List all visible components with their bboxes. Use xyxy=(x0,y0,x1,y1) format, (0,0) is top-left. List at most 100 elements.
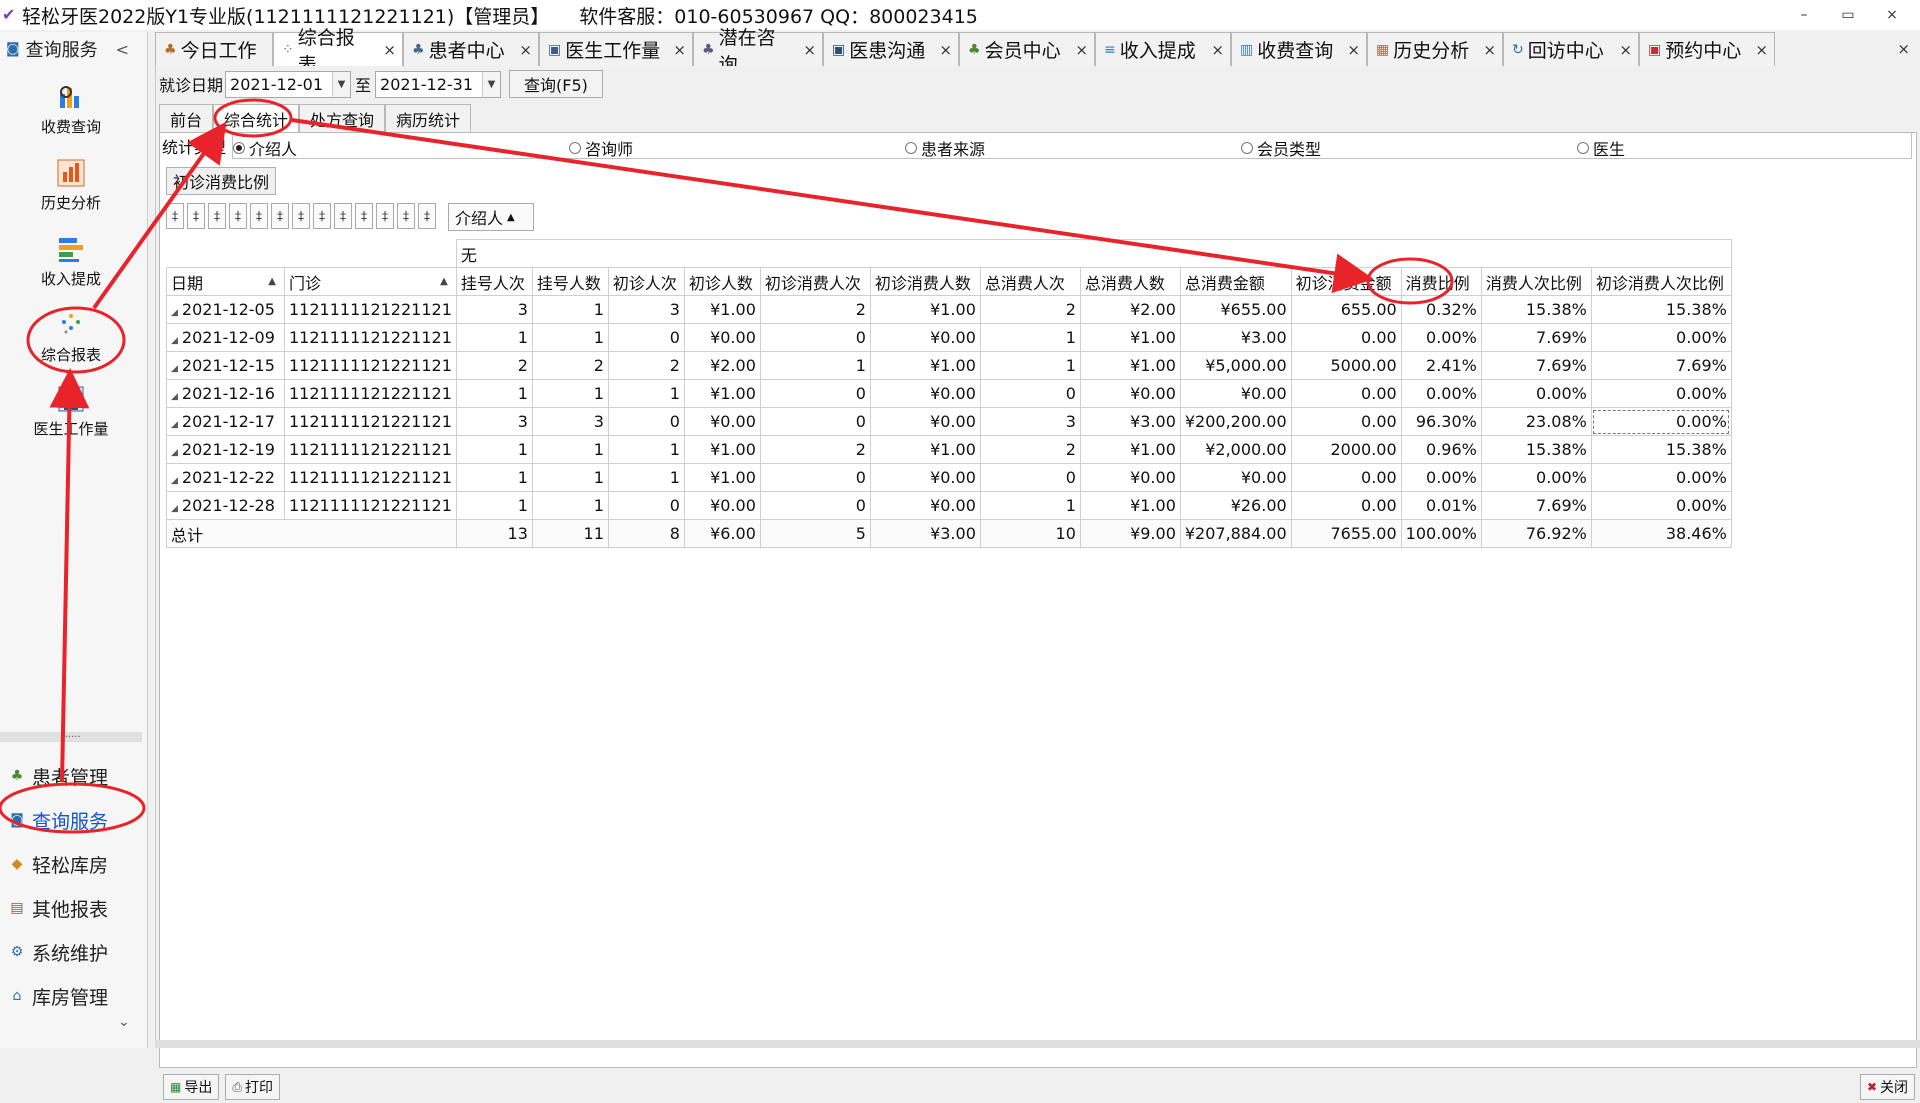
data-cell[interactable]: ¥2.00 xyxy=(1079,295,1181,324)
table-row[interactable]: ◢ 2021-12-05 1121111121221121 3 1 3 ¥1.00 2 ¥1.0… xyxy=(166,295,1732,324)
minimize-button[interactable]: – xyxy=(1782,0,1826,30)
data-cell[interactable]: 0.00 xyxy=(1290,323,1402,352)
nav-warehouse-management[interactable]: ⌂ 库房管理 xyxy=(0,976,142,1016)
column-header[interactable]: 总消费金额 xyxy=(1179,267,1292,296)
data-cell[interactable]: 0 xyxy=(607,407,685,436)
data-cell[interactable]: ¥0.00 xyxy=(869,491,981,520)
sidebar-splitter[interactable]: ...... xyxy=(0,730,142,742)
data-cell[interactable]: 15.38% xyxy=(1480,435,1592,464)
data-cell[interactable]: ¥1.00 xyxy=(683,435,761,464)
expand-icon[interactable]: ◢ xyxy=(171,364,178,374)
data-cell[interactable]: 0 xyxy=(759,379,871,408)
data-cell[interactable]: 2 xyxy=(759,295,871,324)
field-toggle-icon[interactable]: ‡ xyxy=(334,203,352,229)
data-cell[interactable]: ¥0.00 xyxy=(869,323,981,352)
data-cell[interactable]: 1 xyxy=(531,295,609,324)
data-cell[interactable]: 1 xyxy=(531,323,609,352)
column-header[interactable]: 初诊消费人数 xyxy=(869,267,981,296)
data-cell[interactable]: ¥200,200.00 xyxy=(1179,407,1292,436)
data-cell[interactable]: 2 xyxy=(759,435,871,464)
radio-button[interactable] xyxy=(905,142,917,154)
data-cell[interactable]: 0.00% xyxy=(1590,491,1732,520)
nav-other-reports[interactable]: ▤ 其他报表 xyxy=(0,888,142,928)
data-cell[interactable]: 0.00% xyxy=(1400,323,1482,352)
data-cell[interactable]: 1 xyxy=(607,463,685,492)
data-cell[interactable]: ¥1.00 xyxy=(1079,435,1181,464)
data-cell[interactable]: 2 xyxy=(979,435,1081,464)
subtab-medical-record-stats[interactable]: 病历统计 xyxy=(385,104,472,132)
column-header[interactable]: 初诊人次 xyxy=(607,267,685,296)
data-cell[interactable]: 23.08% xyxy=(1480,407,1592,436)
field-toggle-icon[interactable]: ‡ xyxy=(376,203,394,229)
radio-consultant[interactable]: 咨询师 xyxy=(569,136,633,160)
data-cell[interactable]: 2 xyxy=(979,295,1081,324)
data-cell[interactable]: 1 xyxy=(531,491,609,520)
table-row[interactable]: ◢ 2021-12-17 1121111121221121 3 3 0 ¥0.00 0 ¥0.0… xyxy=(166,407,1732,436)
subtab-comprehensive-stats[interactable]: 综合统计 xyxy=(213,104,300,132)
data-cell[interactable]: ¥0.00 xyxy=(869,463,981,492)
tab-patient-center[interactable]: ♣ 患者中心 × xyxy=(403,32,539,66)
data-cell[interactable]: ¥0.00 xyxy=(1079,463,1181,492)
data-cell[interactable]: ¥0.00 xyxy=(869,407,981,436)
data-cell[interactable]: 0.00 xyxy=(1290,407,1402,436)
data-cell[interactable]: ¥1.00 xyxy=(683,379,761,408)
query-button[interactable]: 查询(F5) xyxy=(509,70,603,98)
nav-system-maintenance[interactable]: ⚙ 系统维护 xyxy=(0,932,142,972)
data-cell[interactable]: ¥0.00 xyxy=(683,323,761,352)
data-cell[interactable]: ¥3.00 xyxy=(1179,323,1292,352)
expand-icon[interactable]: ◢ xyxy=(171,336,178,346)
tab-member-center[interactable]: ♣ 会员中心 × xyxy=(959,32,1095,66)
data-cell[interactable]: 0.00% xyxy=(1400,463,1482,492)
scroll-down-icon[interactable]: ⌄ xyxy=(118,1014,130,1030)
tab-history-analysis[interactable]: ▦ 历史分析 × xyxy=(1367,32,1503,66)
data-cell[interactable]: 0.96% xyxy=(1400,435,1482,464)
data-cell[interactable]: 0.00% xyxy=(1480,463,1592,492)
data-cell[interactable]: 1 xyxy=(979,323,1081,352)
table-row[interactable]: ◢ 2021-12-09 1121111121221121 1 1 0 ¥0.00 0 ¥0.0… xyxy=(166,323,1732,352)
data-cell[interactable]: 0.00 xyxy=(1290,463,1402,492)
radio-member-type[interactable]: 会员类型 xyxy=(1241,136,1321,160)
column-header[interactable]: 总消费人数 xyxy=(1079,267,1181,296)
field-toggle-icon[interactable]: ‡ xyxy=(250,203,268,229)
tab-comprehensive-report[interactable]: ⁘ 综合报表 × xyxy=(273,27,403,76)
row-date-cell[interactable]: ◢ 2021-12-19 xyxy=(166,435,285,464)
data-cell[interactable]: 1 xyxy=(979,491,1081,520)
table-row[interactable]: ◢ 2021-12-19 1121111121221121 1 1 1 ¥1.00 2 ¥1.0… xyxy=(166,435,1732,464)
data-cell[interactable]: ¥1.00 xyxy=(869,435,981,464)
expand-icon[interactable]: ◢ xyxy=(171,392,178,402)
data-cell[interactable]: 1 xyxy=(455,379,533,408)
tab-follow-up-center[interactable]: ↻ 回访中心 × xyxy=(1503,32,1639,66)
data-cell[interactable]: 1 xyxy=(455,323,533,352)
close-window-button[interactable]: × xyxy=(1870,0,1914,30)
data-cell[interactable]: 7.69% xyxy=(1480,491,1592,520)
row-date-cell[interactable]: ◢ 2021-12-16 xyxy=(166,379,285,408)
data-cell[interactable]: 2000.00 xyxy=(1290,435,1402,464)
column-header[interactable]: 消费人次比例 xyxy=(1480,267,1592,296)
data-cell[interactable]: ¥1.00 xyxy=(1079,351,1181,380)
data-cell[interactable]: ¥1.00 xyxy=(869,351,981,380)
tab-close-icon[interactable]: × xyxy=(1201,41,1224,59)
collapse-sidebar-button[interactable]: < xyxy=(116,40,129,59)
data-cell[interactable]: 0.00% xyxy=(1400,379,1482,408)
data-cell[interactable]: 1 xyxy=(531,379,609,408)
tab-close-icon[interactable]: × xyxy=(1337,41,1360,59)
data-cell[interactable]: ¥0.00 xyxy=(1179,379,1292,408)
sidebar-tile-doctor-workload[interactable]: 医生工作量 xyxy=(0,378,142,454)
radio-button[interactable] xyxy=(233,142,245,154)
data-cell[interactable]: ¥26.00 xyxy=(1179,491,1292,520)
tab-close-icon[interactable]: × xyxy=(1745,41,1768,59)
data-cell[interactable]: 1 xyxy=(979,351,1081,380)
sidebar-tile-income-commission[interactable]: 收入提成 xyxy=(0,228,142,304)
chevron-down-icon[interactable]: ▼ xyxy=(332,71,351,97)
data-cell[interactable]: 15.38% xyxy=(1590,295,1732,324)
expand-icon[interactable]: ◢ xyxy=(171,308,178,318)
row-header-clinic[interactable]: 门诊 ▲ xyxy=(284,267,457,296)
column-header[interactable]: 挂号人数 xyxy=(531,267,609,296)
column-header[interactable]: 初诊消费金额 xyxy=(1290,267,1402,296)
tab-potential-consult[interactable]: ♣ 潜在咨询 × xyxy=(693,27,823,76)
data-cell[interactable]: 7.69% xyxy=(1590,351,1732,380)
row-date-cell[interactable]: ◢ 2021-12-28 xyxy=(166,491,285,520)
data-cell[interactable]: 0.01% xyxy=(1400,491,1482,520)
data-cell[interactable]: 1 xyxy=(607,379,685,408)
data-cell[interactable]: ¥5,000.00 xyxy=(1179,351,1292,380)
